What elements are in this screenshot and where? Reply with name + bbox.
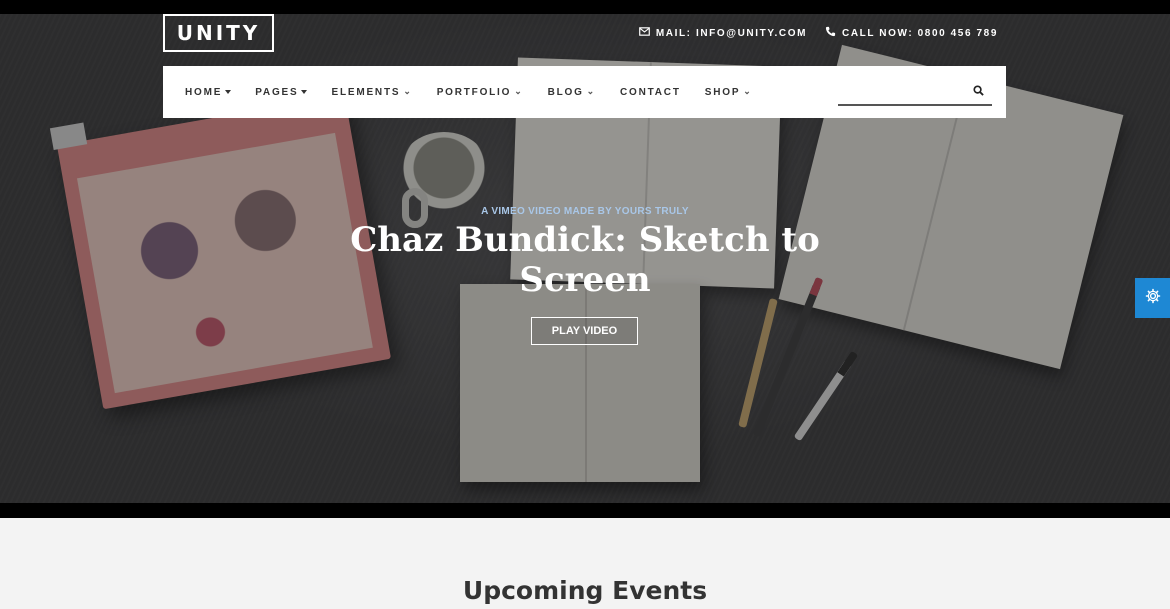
settings-panel-toggle[interactable] [1135, 278, 1170, 318]
caret-down-icon [301, 90, 308, 94]
contact-mail-label: MAIL: INFO@UNITY.COM [655, 27, 807, 39]
contact-phone[interactable]: CALL NOW: 0800 456 789 [825, 26, 998, 40]
nav-item-label: ELEMENTS [331, 86, 401, 98]
hero-eyebrow: A VIMEO VIDEO MADE BY YOURS TRULY [481, 206, 689, 217]
phone-icon [825, 26, 836, 40]
nav-item-label: PORTFOLIO [436, 86, 512, 98]
chevron-down-icon: ⌄ [514, 85, 524, 96]
nav-item-blog[interactable]: BLOG ⌄ [547, 85, 596, 98]
nav-item-contact[interactable]: CONTACT [620, 87, 681, 98]
chevron-down-icon: ⌄ [743, 85, 753, 96]
main-navbar: HOME PAGES ELEMENTS ⌄ PORTFOLIO ⌄ BLOG ⌄… [163, 66, 1006, 118]
chevron-down-icon: ⌄ [403, 85, 413, 96]
nav-search [838, 80, 992, 106]
section-title: Upcoming Events [462, 576, 708, 605]
search-input[interactable] [838, 80, 968, 104]
nav-item-label: CONTACT [620, 86, 681, 98]
search-icon[interactable] [973, 83, 984, 101]
upcoming-events-section: Upcoming Events [0, 518, 1170, 609]
envelope-icon [638, 26, 650, 40]
contact-phone-label: CALL NOW: 0800 456 789 [842, 27, 998, 39]
top-contact-bar: MAIL: INFO@UNITY.COM CALL NOW: 0800 456 … [638, 26, 998, 40]
nav-item-label: BLOG [547, 86, 584, 98]
nav-item-pages[interactable]: PAGES [255, 86, 308, 98]
site-logo[interactable]: UNITY [163, 14, 274, 52]
nav-item-label: HOME [185, 86, 223, 98]
gear-icon [1145, 288, 1161, 309]
chevron-down-icon: ⌄ [586, 85, 596, 96]
nav-item-label: SHOP [704, 86, 741, 98]
caret-down-icon [225, 90, 232, 94]
nav-item-elements[interactable]: ELEMENTS ⌄ [331, 85, 413, 98]
play-video-button[interactable]: PLAY VIDEO [531, 317, 638, 345]
nav-item-shop[interactable]: SHOP ⌄ [704, 85, 753, 98]
nav-item-home[interactable]: HOME [185, 86, 232, 98]
hero-headline: Chaz Bundick: Sketch to Screen [350, 220, 820, 300]
contact-mail[interactable]: MAIL: INFO@UNITY.COM [638, 26, 807, 40]
nav-item-portfolio[interactable]: PORTFOLIO ⌄ [436, 85, 524, 98]
nav-item-label: PAGES [255, 86, 299, 98]
